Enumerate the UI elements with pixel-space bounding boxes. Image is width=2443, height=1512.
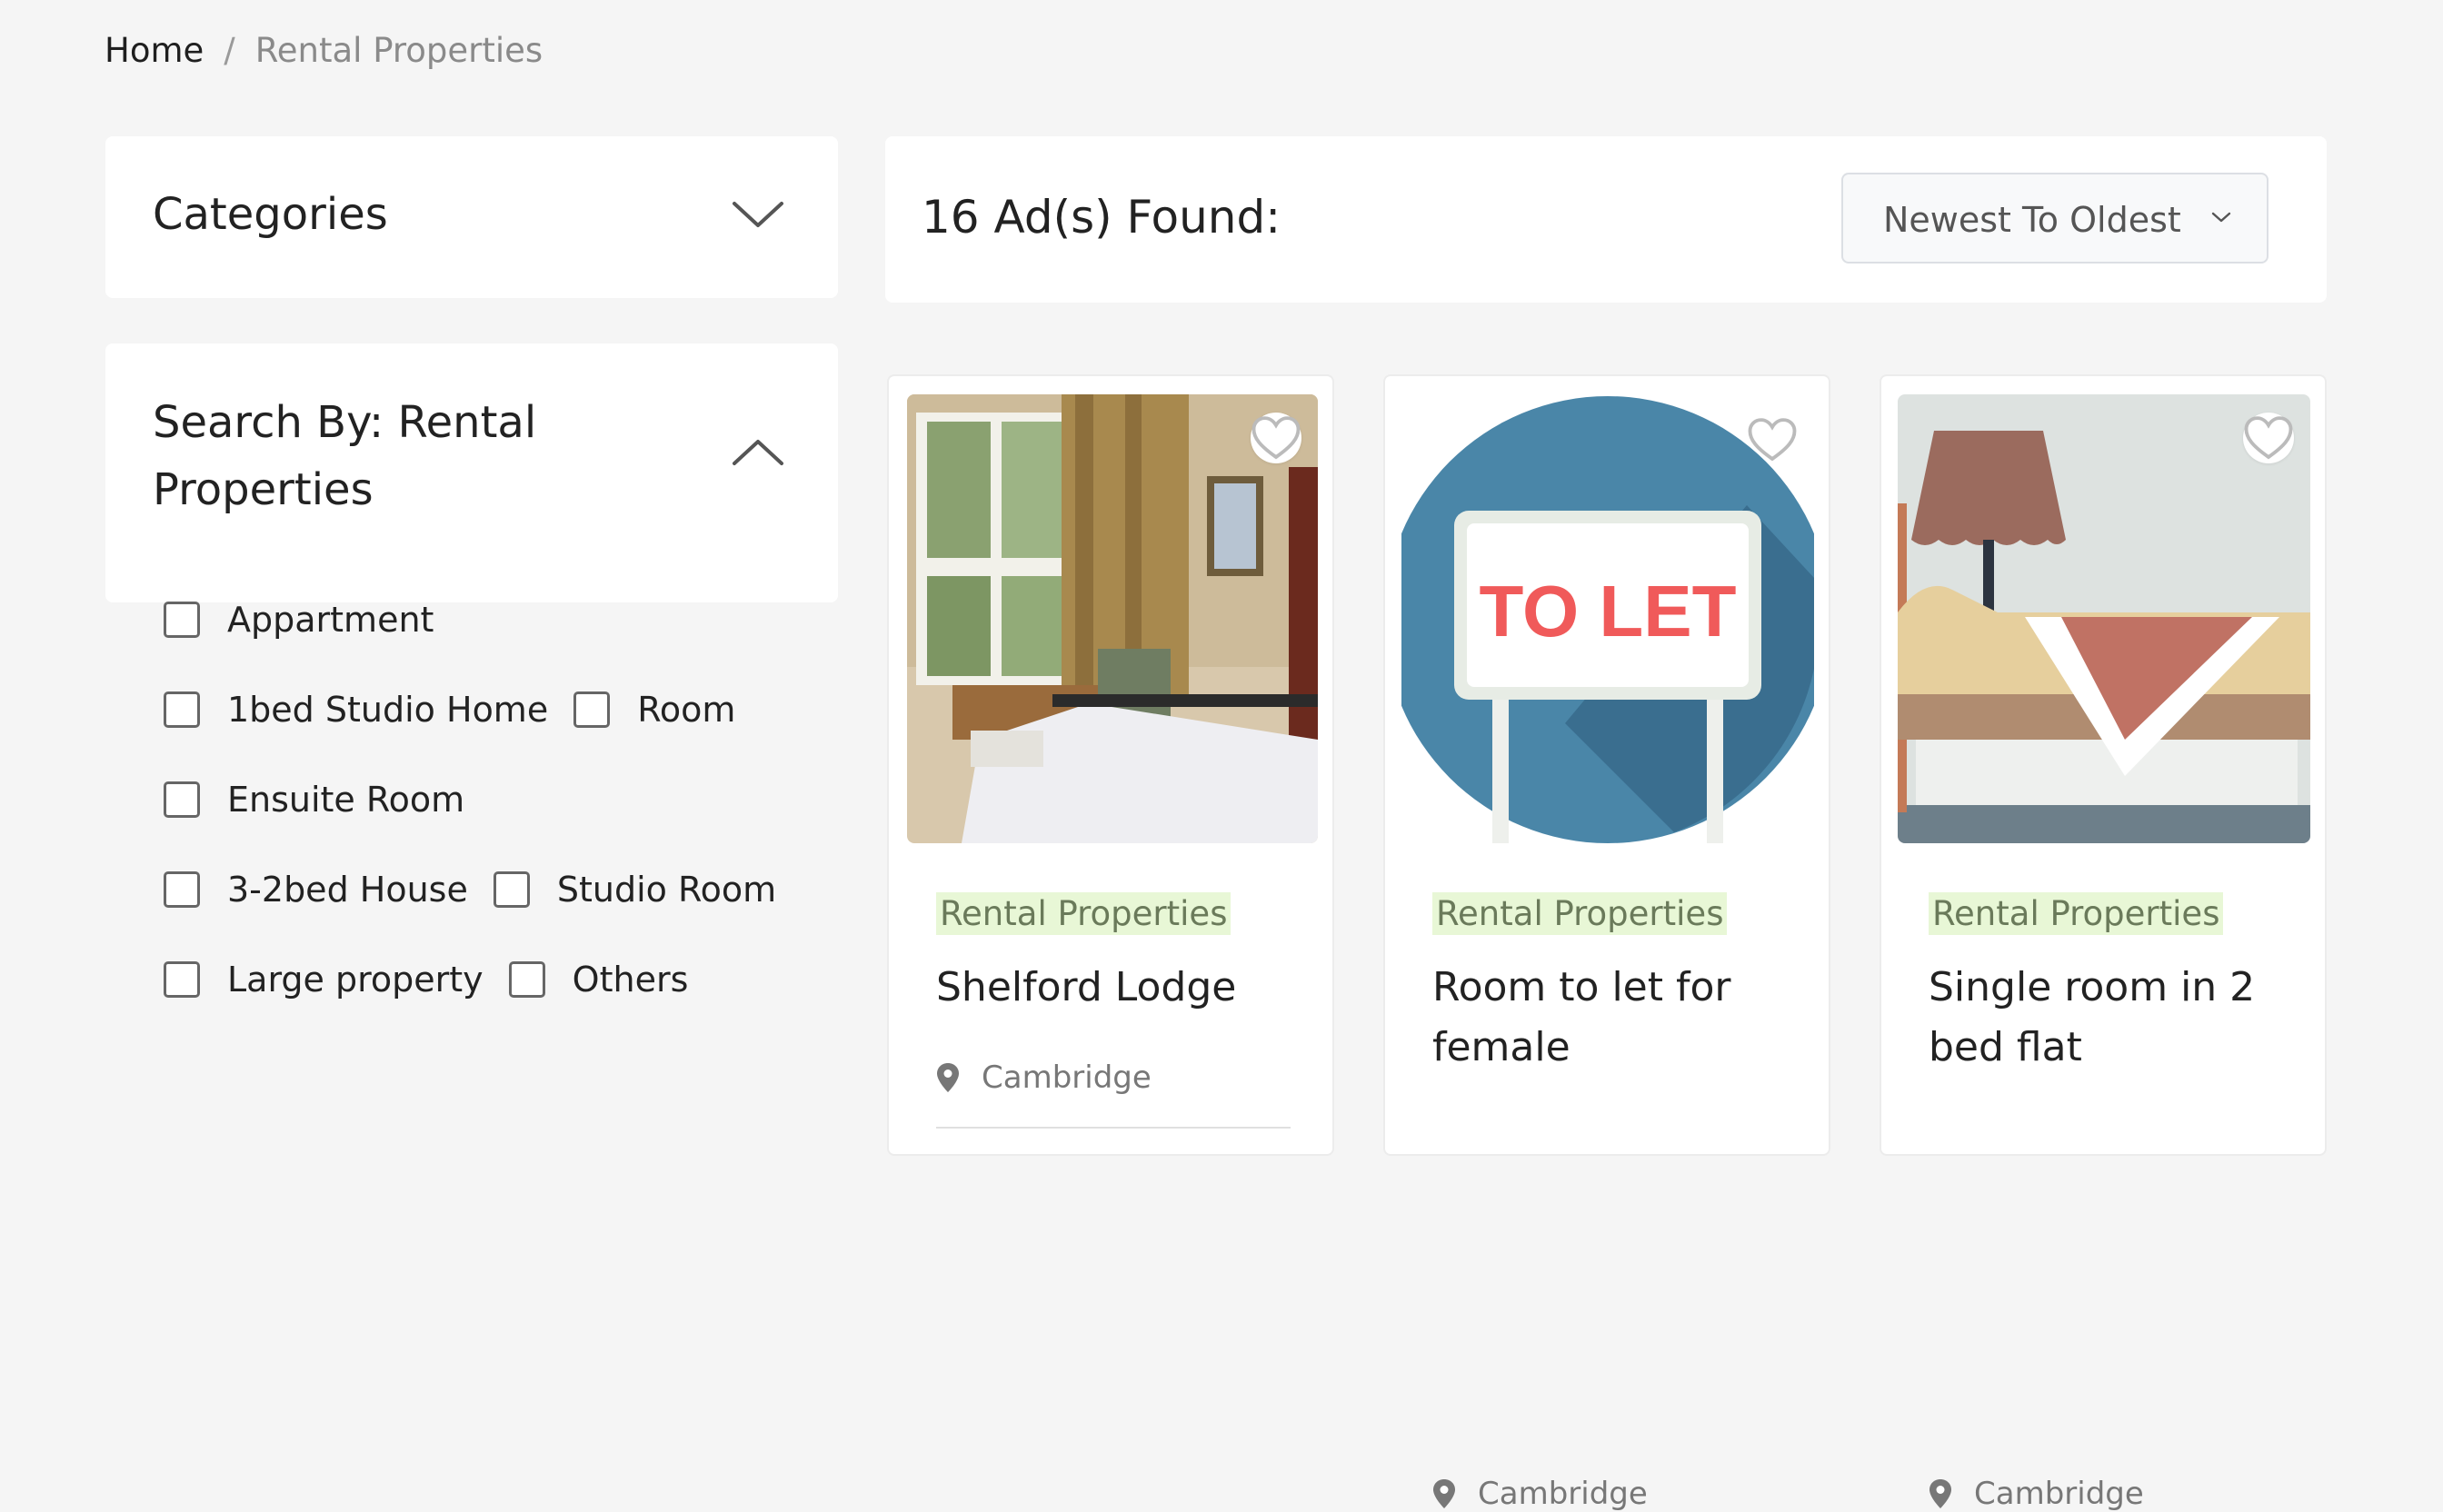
listing-title[interactable]: Shelford Lodge: [936, 958, 1300, 1018]
option-label: Others: [572, 959, 689, 1000]
listing-title[interactable]: Single room in 2 bed flat: [1929, 958, 2292, 1078]
listing-card[interactable]: TO LET Rental Properties Room to let for…: [1383, 374, 1830, 1512]
category-tag[interactable]: Rental Properties: [1432, 892, 1728, 935]
listing-image[interactable]: TO LET: [1401, 396, 1814, 843]
listing-location: Cambridge: [1929, 1476, 2144, 1512]
option-label: 3-2bed House: [227, 869, 468, 910]
breadcrumb-separator: /: [224, 31, 235, 70]
checkbox[interactable]: [164, 781, 200, 818]
listing-location: Cambridge: [1432, 1476, 1648, 1512]
favorite-button[interactable]: [1251, 413, 1301, 463]
option-studio-room[interactable]: Studio Room: [493, 869, 777, 910]
heart-outline-icon: [2244, 416, 2293, 460]
heart-outline-icon: [1748, 418, 1797, 462]
checkbox[interactable]: [164, 960, 200, 998]
categories-title: Categories: [153, 189, 388, 240]
results-count: 16 Ad(s) Found:: [922, 191, 1281, 244]
map-pin-icon: [1929, 1479, 1951, 1508]
option-label: Room: [637, 689, 736, 730]
checkbox[interactable]: [508, 960, 545, 998]
option-label: Studio Room: [556, 869, 777, 910]
option-ensuite-room[interactable]: Ensuite Room: [164, 780, 464, 820]
listing-card[interactable]: Rental Properties Single room in 2 bed f…: [1880, 374, 2327, 1512]
option-appartment[interactable]: Appartment: [164, 600, 434, 640]
location-text: Cambridge: [1974, 1476, 2144, 1512]
option-others[interactable]: Others: [508, 959, 689, 1000]
listing-card[interactable]: Rental Properties Shelford Lodge Cambrid…: [887, 374, 1334, 1156]
option-label: Appartment: [227, 599, 434, 640]
option-1bed-studio-home[interactable]: 1bed Studio Home: [164, 690, 548, 730]
checkbox[interactable]: [573, 691, 611, 728]
checkbox[interactable]: [164, 601, 200, 638]
option-label: Large property: [227, 959, 484, 1000]
search-by-title: Search By: Rental Properties: [153, 397, 537, 515]
listing-image[interactable]: [1898, 394, 2310, 843]
heart-outline-icon: [1251, 416, 1301, 460]
sort-selected-value: Newest To Oldest: [1883, 200, 2181, 240]
results-header: 16 Ad(s) Found: Newest To Oldest: [885, 136, 2327, 303]
option-label: 1bed Studio Home: [227, 689, 549, 730]
listing-image[interactable]: [907, 394, 1318, 843]
map-pin-icon: [1433, 1479, 1455, 1508]
categories-panel[interactable]: Categories: [105, 136, 838, 298]
location-text: Cambridge: [982, 1059, 1152, 1096]
location-text: Cambridge: [1478, 1476, 1648, 1512]
favorite-button[interactable]: [2243, 413, 2294, 463]
map-pin-icon: [937, 1063, 959, 1092]
search-by-panel: Search By: Rental Properties: [105, 343, 838, 602]
listing-location: Cambridge: [936, 1059, 1152, 1096]
option-large-property[interactable]: Large property: [164, 960, 484, 1000]
category-checkbox-list: Appartment 1bed Studio Home Room Ensuite…: [164, 574, 854, 1024]
sort-select[interactable]: Newest To Oldest: [1841, 173, 2268, 264]
breadcrumb-current: Rental Properties: [254, 31, 543, 70]
option-room[interactable]: Room: [573, 690, 735, 730]
chevron-down-icon[interactable]: [731, 196, 785, 233]
favorite-button[interactable]: [1747, 414, 1798, 465]
checkbox[interactable]: [493, 870, 530, 908]
chevron-up-icon[interactable]: [731, 434, 785, 471]
checkbox[interactable]: [164, 870, 200, 908]
listing-title[interactable]: Room to let for female: [1432, 958, 1796, 1078]
category-tag[interactable]: Rental Properties: [936, 892, 1231, 935]
breadcrumb: Home / Rental Properties: [105, 31, 543, 70]
chevron-down-icon: [2211, 212, 2231, 223]
breadcrumb-home-link[interactable]: Home: [105, 31, 204, 70]
checkbox[interactable]: [164, 691, 200, 728]
option-3-2bed-house[interactable]: 3-2bed House: [164, 870, 468, 910]
category-tag[interactable]: Rental Properties: [1929, 892, 2224, 935]
option-label: Ensuite Room: [227, 779, 465, 820]
to-let-text: TO LET: [1480, 571, 1737, 652]
